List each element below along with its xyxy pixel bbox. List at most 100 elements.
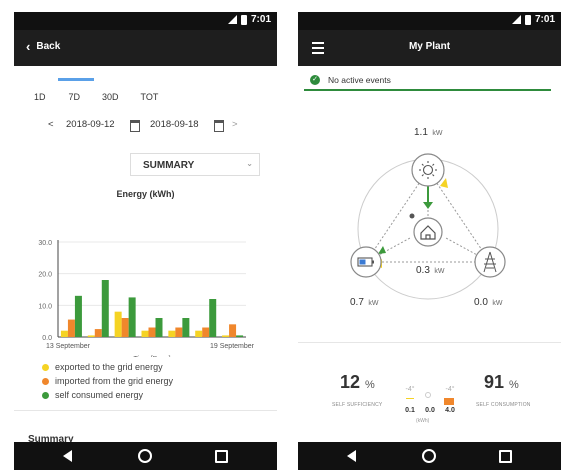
view-select[interactable]: SUMMARY ⌄ [130, 153, 260, 176]
app-bar: My Plant [298, 30, 561, 66]
back-label: Back [36, 41, 61, 52]
status-time: 7:01 [250, 14, 271, 25]
mini-value: 0.0 [425, 407, 435, 414]
arrow-icon [378, 246, 386, 254]
x-tick-label: 19 September [210, 343, 255, 350]
legend-item-imported: imported from the grid energy [42, 374, 173, 388]
bar-exported [195, 330, 203, 337]
my-plant-screen: 7:01 My Plant ✓ No active events 1.1 kW … [298, 12, 561, 470]
nav-home-icon[interactable] [138, 449, 152, 463]
back-button[interactable]: ‹ Back [26, 40, 61, 53]
tab-1d[interactable]: 1D [34, 92, 46, 102]
legend-swatch [42, 391, 49, 399]
power-unit: kW [492, 300, 503, 307]
date-range: < 2018-09-12 2018-09-18 > [48, 119, 268, 133]
mini-head: -4° [405, 386, 415, 393]
solar-node[interactable] [411, 153, 445, 187]
bar-exported [60, 330, 68, 337]
solar-power: 1.1 kW [414, 122, 442, 140]
home-node[interactable] [413, 217, 443, 247]
flow-line [427, 169, 491, 263]
arrow-down-icon [423, 202, 433, 209]
signal-icon [511, 15, 521, 24]
bar-self-consumed [236, 335, 244, 337]
self-sufficiency-value: 12 % [340, 372, 375, 393]
section-divider [14, 410, 277, 411]
nav-recents-icon[interactable] [215, 450, 228, 463]
events-text: No active events [328, 75, 391, 85]
tab-30d[interactable]: 30D [102, 92, 119, 102]
grid-node[interactable] [474, 246, 506, 278]
self-consumption-value: 91 % [484, 372, 519, 393]
legend-item-self-consumed: self consumed energy [42, 388, 173, 402]
imported-mini-bar [444, 398, 454, 405]
y-tick-label: 10.0 [38, 303, 52, 310]
tab-7d[interactable]: 7D [69, 92, 81, 102]
nav-recents-icon[interactable] [499, 450, 512, 463]
grid-power-value: 0.0 [474, 297, 488, 308]
y-tick-label: 20.0 [38, 272, 52, 279]
bar-exported [141, 330, 149, 337]
bar-self-consumed [101, 280, 109, 337]
bar-exported [87, 335, 95, 337]
grid-power: 0.0 kW [474, 292, 502, 310]
chevron-down-icon: ⌄ [246, 159, 253, 168]
chart-title: Energy (kWh) [116, 189, 175, 199]
bar-imported [175, 327, 183, 337]
x-axis-label: Time [Days] [133, 356, 170, 357]
tab-tot[interactable]: TOT [141, 92, 159, 102]
mini-unit: (kWh) [416, 418, 430, 424]
active-tab-indicator [58, 78, 94, 81]
end-date[interactable]: 2018-09-18 [150, 119, 199, 130]
battery-status-icon [524, 14, 531, 25]
bar-imported [202, 327, 210, 337]
exported-mini-bar [406, 398, 414, 399]
history-screen: 7:01 ‹ Back 1D 7D 30D TOT < 2018-09-12 2… [14, 12, 277, 470]
calendar-icon[interactable] [214, 120, 224, 132]
calendar-icon[interactable] [130, 120, 140, 132]
self-consumption-number: 91 [484, 372, 505, 392]
flow-line [365, 169, 429, 263]
bar-imported [94, 329, 102, 337]
x-tick-label: 13 September [46, 343, 91, 350]
nav-back-icon[interactable] [347, 450, 356, 462]
legend-item-exported: exported to the grid energy [42, 360, 173, 374]
app-bar: ‹ Back [14, 30, 277, 66]
bar-imported [148, 327, 156, 337]
battery-node[interactable] [350, 246, 382, 278]
prev-period-button[interactable]: < [48, 119, 54, 130]
next-period-button[interactable]: > [232, 119, 238, 130]
status-time: 7:01 [534, 14, 555, 25]
check-circle-icon: ✓ [310, 75, 320, 85]
home-power-value: 0.3 [416, 265, 430, 276]
home-power: 0.3 kW [416, 260, 444, 278]
power-unit: kW [434, 268, 445, 275]
legend-label: self consumed energy [55, 390, 144, 400]
percent-unit: % [365, 379, 375, 391]
battery-power-value: 0.7 [350, 297, 364, 308]
y-tick-label: 0.0 [42, 335, 52, 342]
signal-icon [227, 15, 237, 24]
nav-home-icon[interactable] [422, 449, 436, 463]
mini-head: -4° [445, 386, 455, 393]
nav-back-icon[interactable] [63, 450, 72, 462]
events-banner[interactable]: ✓ No active events [304, 72, 551, 91]
view-select-value: SUMMARY [143, 160, 195, 171]
bar-imported [121, 318, 129, 337]
start-date[interactable]: 2018-09-12 [66, 119, 115, 130]
solar-power-value: 1.1 [414, 127, 428, 138]
bar-exported [114, 311, 122, 337]
legend-label: exported to the grid energy [55, 362, 163, 372]
period-tabs: 1D 7D 30D TOT [34, 92, 158, 102]
bar-imported [229, 324, 237, 337]
bar-imported [67, 319, 75, 337]
mini-value: 4.0 [445, 407, 455, 414]
self-sufficiency-label: SELF SUFFICIENCY [332, 402, 383, 408]
status-bar: 7:01 [14, 12, 277, 30]
bar-self-consumed [128, 297, 136, 337]
self-consumption-label: SELF CONSUMPTION [476, 402, 531, 408]
chart-legend: exported to the grid energy imported fro… [42, 360, 173, 402]
battery-power: 0.7 kW [350, 292, 378, 310]
power-unit: kW [368, 300, 379, 307]
sun-small-icon [425, 392, 431, 398]
